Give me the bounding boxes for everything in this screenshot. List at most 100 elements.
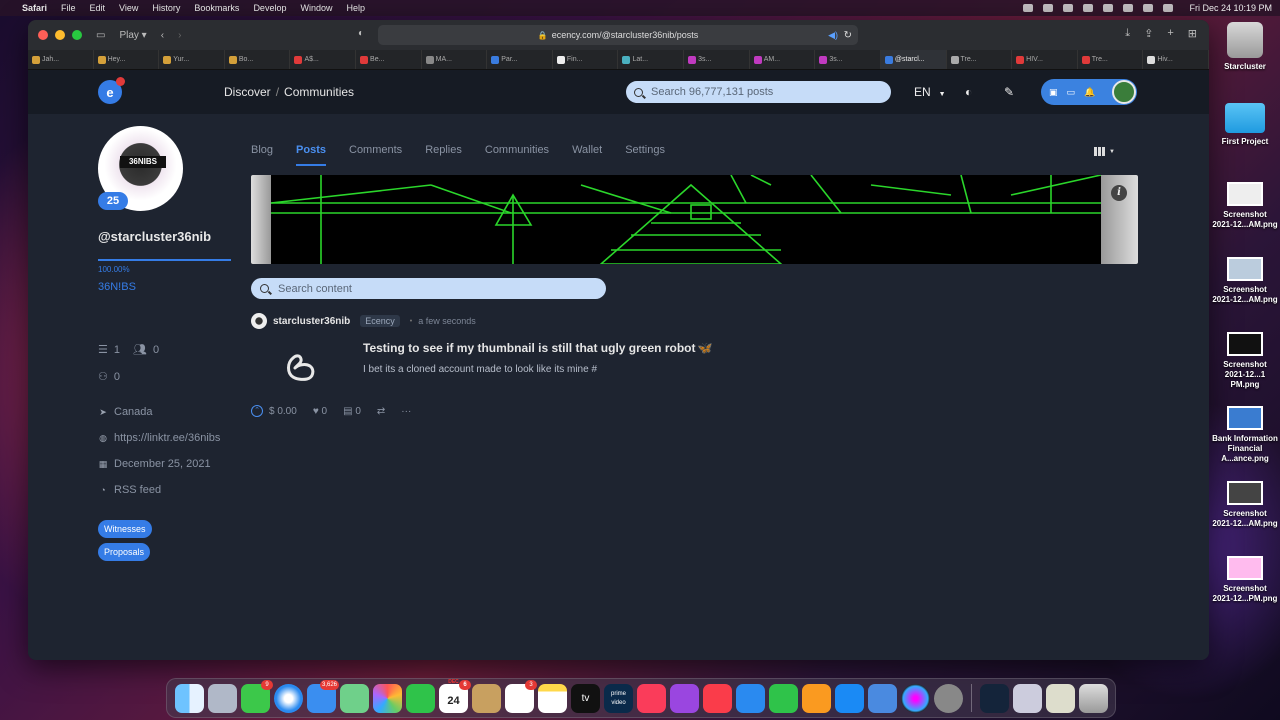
- theme-toggle-icon[interactable]: ◐: [965, 85, 972, 99]
- contacts-icon[interactable]: [472, 683, 501, 713]
- safari-icon[interactable]: [274, 683, 303, 713]
- browser-tab[interactable]: Be...: [356, 50, 422, 69]
- browser-tab[interactable]: Hiv...: [1143, 50, 1209, 69]
- menu-window[interactable]: Window: [300, 3, 332, 13]
- language-select[interactable]: EN ▼: [914, 85, 946, 99]
- browser-tab[interactable]: Bo...: [225, 50, 291, 69]
- menu-develop[interactable]: Develop: [253, 3, 286, 13]
- menu-history[interactable]: History: [152, 3, 180, 13]
- photo-stack-icon[interactable]: [1046, 683, 1075, 713]
- breadcrumb-communities[interactable]: Communities: [284, 85, 354, 99]
- mail-icon[interactable]: 3,626: [307, 679, 339, 713]
- breadcrumb-discover[interactable]: Discover: [224, 85, 271, 99]
- browser-tab[interactable]: AM...: [750, 50, 816, 69]
- desktop-icon-screenshot-1[interactable]: Screenshot 2021-12...AM.png: [1210, 182, 1280, 230]
- desktop-icon-bank-info[interactable]: Bank Information Financial A...ance.png: [1210, 406, 1280, 464]
- photos-icon[interactable]: [373, 683, 402, 713]
- tab-group-button[interactable]: Play ▾: [119, 30, 146, 41]
- reblog-icon[interactable]: ⇄: [377, 406, 385, 417]
- post-votes[interactable]: ♥ 0: [313, 406, 327, 417]
- payout-value[interactable]: $ 0.00: [269, 406, 297, 417]
- following-count[interactable]: ⚇ 0: [98, 370, 120, 384]
- siri-icon[interactable]: [1163, 4, 1174, 12]
- tab-blog[interactable]: Blog: [251, 144, 273, 156]
- user-avatar[interactable]: [1112, 80, 1136, 104]
- back-button[interactable]: ‹: [161, 30, 164, 41]
- play-icon[interactable]: [1083, 4, 1094, 12]
- wifi-icon[interactable]: [1103, 4, 1114, 12]
- menu-view[interactable]: View: [119, 3, 138, 13]
- prime-video-icon[interactable]: prime video: [604, 683, 633, 713]
- view-mode-toggle[interactable]: ▼: [1094, 147, 1115, 156]
- time-machine-icon[interactable]: [1063, 4, 1074, 12]
- tab-comments[interactable]: Comments: [349, 144, 402, 156]
- browser-tab[interactable]: 3s...: [684, 50, 750, 69]
- audio-icon[interactable]: ◀): [828, 30, 838, 41]
- volume-icon[interactable]: [1023, 4, 1034, 12]
- messages-icon[interactable]: 9: [241, 679, 273, 713]
- address-bar[interactable]: 🔒 ecency.com/@starcluster36nib/posts ↻ ◀…: [378, 25, 858, 45]
- tab-posts[interactable]: Posts: [296, 144, 326, 166]
- tab-settings[interactable]: Settings: [625, 144, 665, 156]
- news-icon[interactable]: [703, 683, 732, 713]
- numbers-icon[interactable]: [769, 683, 798, 713]
- system-preferences-icon[interactable]: [934, 683, 963, 713]
- facetime-icon[interactable]: [406, 683, 435, 713]
- spotlight-icon[interactable]: [1123, 4, 1134, 12]
- browser-tab[interactable]: Par...: [487, 50, 553, 69]
- info-icon[interactable]: i: [1111, 185, 1127, 201]
- more-options-icon[interactable]: ···: [401, 406, 411, 417]
- xcode-icon[interactable]: [868, 683, 897, 713]
- pages-icon[interactable]: [802, 683, 831, 713]
- browser-tab[interactable]: Yur...: [159, 50, 225, 69]
- browser-tab[interactable]: Fin...: [553, 50, 619, 69]
- tab-overview-icon[interactable]: ⊞: [1188, 27, 1197, 40]
- write-post-icon[interactable]: ✎: [1004, 85, 1014, 99]
- app-store-icon[interactable]: [835, 683, 864, 713]
- notifications-icon[interactable]: 🔔: [1084, 87, 1095, 98]
- post-count[interactable]: ☰ 1: [98, 343, 120, 357]
- menu-help[interactable]: Help: [346, 3, 365, 13]
- profile-website[interactable]: ◍ https://linktr.ee/36nibs: [98, 432, 220, 444]
- screenshot-dock-icon[interactable]: [1013, 683, 1042, 713]
- site-search-input[interactable]: [651, 86, 871, 98]
- close-window-button[interactable]: [38, 30, 48, 40]
- author-avatar[interactable]: [251, 313, 267, 329]
- finder-icon[interactable]: [175, 683, 204, 713]
- launchpad-icon[interactable]: [208, 683, 237, 713]
- browser-tab[interactable]: HIV...: [1012, 50, 1078, 69]
- post-community-badge[interactable]: Ecency: [360, 315, 400, 327]
- profile-rss[interactable]: ◔ RSS feed: [98, 484, 161, 496]
- browser-tab[interactable]: 3s...: [815, 50, 881, 69]
- ecency-dock-icon[interactable]: [980, 683, 1009, 713]
- followers-count[interactable]: 👥︎ 0: [133, 343, 159, 357]
- post-author[interactable]: starcluster36nib: [273, 316, 350, 327]
- keynote-icon[interactable]: [736, 683, 765, 713]
- calendar-icon[interactable]: 24 DEC 6: [439, 679, 471, 713]
- proposals-button[interactable]: Proposals: [98, 543, 151, 561]
- browser-tab[interactable]: A$...: [290, 50, 357, 69]
- zoom-window-button[interactable]: [72, 30, 82, 40]
- music-icon[interactable]: [637, 683, 666, 713]
- privacy-shield-icon[interactable]: ◐: [358, 28, 364, 39]
- witnesses-button[interactable]: Witnesses: [98, 520, 152, 538]
- wallet-icon[interactable]: ▭: [1067, 87, 1076, 98]
- menu-file[interactable]: File: [61, 3, 76, 13]
- desktop-icon-starcluster[interactable]: Starcluster: [1210, 22, 1280, 72]
- ecency-logo[interactable]: e: [98, 77, 125, 104]
- browser-tab[interactable]: Jah...: [28, 50, 94, 69]
- desktop-icon-first-project[interactable]: First Project: [1210, 103, 1280, 147]
- gift-icon[interactable]: ▣: [1049, 87, 1058, 98]
- cloud-icon[interactable]: [1043, 4, 1054, 12]
- sidebar-toggle-icon[interactable]: ▭: [96, 30, 105, 41]
- rss-link[interactable]: RSS feed: [114, 484, 161, 496]
- browser-tab[interactable]: Tre...: [947, 50, 1013, 69]
- apple-tv-icon[interactable]: tv: [571, 683, 600, 713]
- menu-edit[interactable]: Edit: [90, 3, 106, 13]
- post-comments[interactable]: ▤ 0: [343, 406, 361, 417]
- content-search-input[interactable]: [278, 282, 578, 295]
- forward-button[interactable]: ›: [178, 30, 181, 41]
- browser-tab[interactable]: Hey...: [94, 50, 160, 69]
- post-thumbnail-placeholder[interactable]: [283, 349, 319, 385]
- desktop-icon-screenshot-3[interactable]: Screenshot 2021-12...1 PM.png: [1210, 332, 1280, 390]
